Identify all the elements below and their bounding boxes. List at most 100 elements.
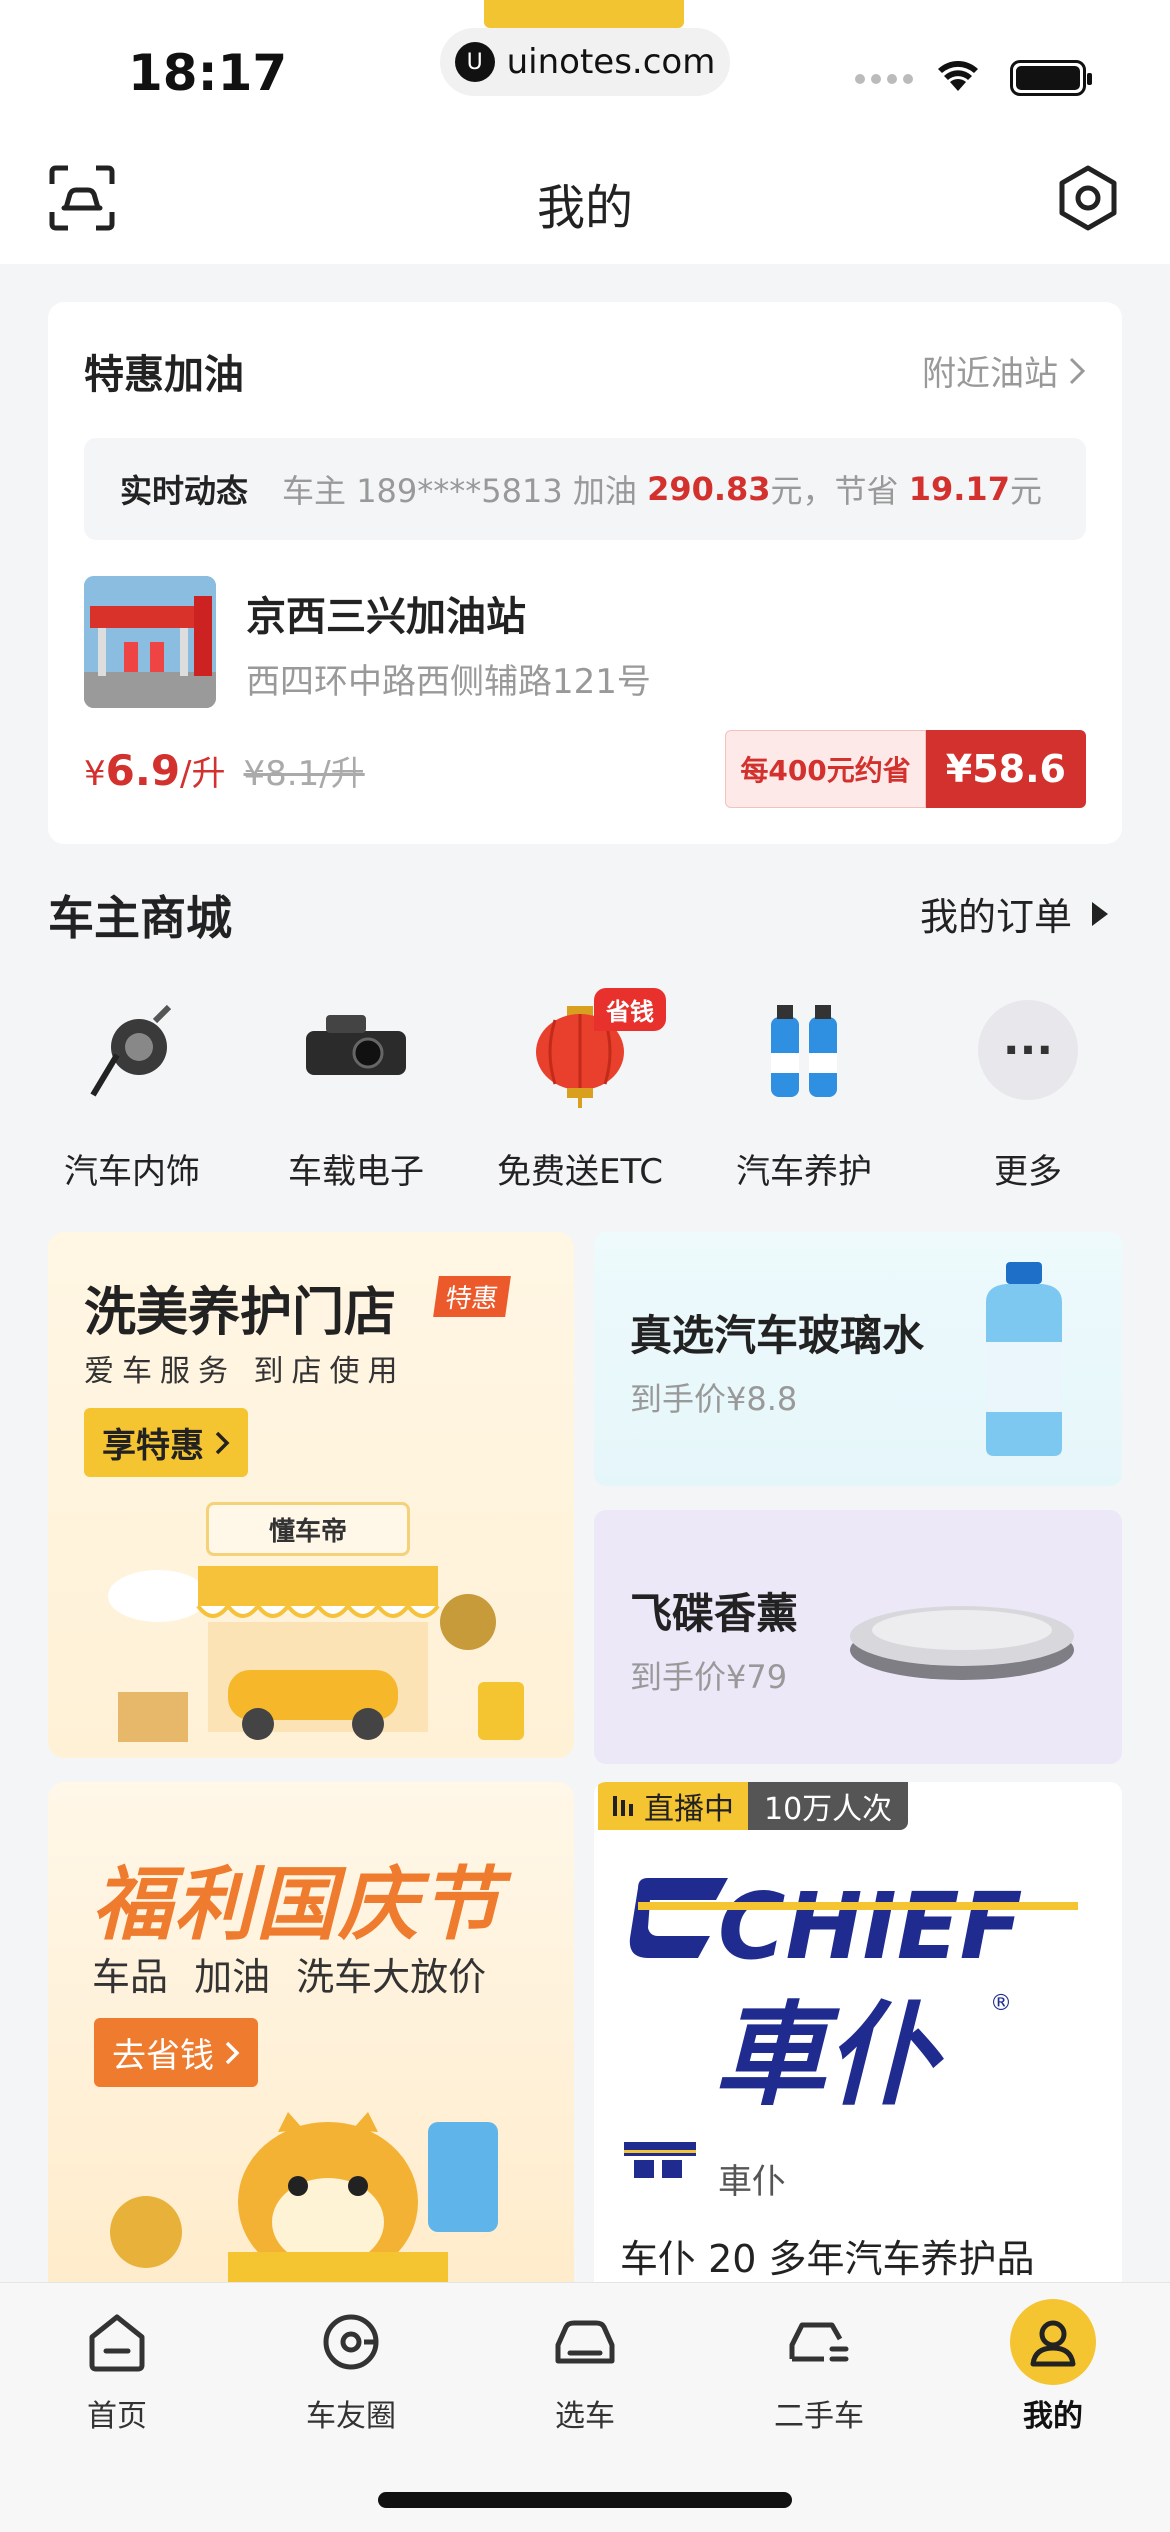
dashcam-icon	[306, 1015, 406, 1075]
live-description: 车仆 20 多年汽车养护品	[620, 2237, 1035, 2281]
fuel-discount-card[interactable]: 特惠加油 附近油站 实时动态 车主 189****5813 加油 290.83 元…	[48, 302, 1122, 844]
national-day-promo[interactable]: 福利国庆节 车品 加油 洗车大放价 去省钱	[48, 1782, 574, 2282]
live-text-mid: 元，节省	[770, 472, 899, 510]
fuel-price-row: ¥6.9/升 ¥8.1/升	[84, 746, 365, 795]
site-logo-icon: U	[454, 42, 495, 82]
air-vent-clip-icon	[90, 1004, 172, 1097]
car-icon	[555, 2320, 615, 2364]
home-indicator	[378, 2492, 792, 2508]
tab-community[interactable]: 车友圈	[234, 2299, 468, 2435]
enjoy-discount-button[interactable]: 享特惠	[84, 1408, 248, 1477]
promo-title: 福利国庆节	[92, 1858, 502, 1951]
battery-icon	[1010, 60, 1092, 96]
tab-label: 选车	[555, 2399, 615, 2434]
live-bars-icon	[613, 1796, 633, 1816]
category-maintenance[interactable]: 汽车养护	[692, 990, 916, 1193]
home-icon	[89, 2314, 145, 2372]
chief-small-logo-icon	[624, 2142, 696, 2178]
promo-subtitle: 爱车服务 到店使用	[84, 1354, 406, 1389]
category-label: 车载电子	[288, 1152, 424, 1192]
logo-en-text: CHIEF	[718, 1873, 1022, 1980]
disc-fragrance-promo[interactable]: 飞碟香薰 到手价¥79	[594, 1510, 1122, 1764]
promo-tag: 特惠	[433, 1276, 511, 1317]
tab-label: 我的	[1023, 2399, 1083, 2434]
live-text-prefix: 车主 189****5813 加油	[282, 472, 637, 510]
category-interior[interactable]: 汽车内饰	[20, 990, 244, 1193]
caret-right-icon	[1092, 901, 1108, 926]
live-saving: 19.17	[908, 470, 1010, 508]
live-status-tag: 直播中 10万人次	[598, 1782, 909, 1830]
category-etc[interactable]: 省钱 免费送ETC	[468, 988, 692, 1193]
my-orders-link[interactable]: 我的订单	[920, 886, 1110, 941]
wash-store-promo[interactable]: 洗美养护门店 特惠 爱车服务 到店使用 享特惠 懂车帝	[48, 1232, 574, 1758]
cellular-signal-icon	[855, 74, 913, 84]
url-tab-decoration	[484, 0, 684, 28]
live-activity-label: 实时动态	[120, 472, 249, 510]
live-amount: 290.83	[647, 470, 771, 508]
viewer-count: 10万人次	[748, 1782, 909, 1830]
promo-title: 洗美养护门店	[84, 1283, 397, 1343]
savings-badge[interactable]: 每400元约省 ¥58.6	[725, 730, 1086, 808]
station-name: 京西三兴加油站	[246, 594, 526, 640]
more-icon: ···	[978, 1000, 1078, 1100]
used-car-icon	[789, 2322, 849, 2362]
live-text-suffix: 元	[1009, 472, 1042, 510]
chevron-right-icon	[225, 2041, 240, 2064]
live-indicator: 直播中	[598, 1782, 748, 1830]
chevron-right-icon	[215, 1431, 230, 1454]
settings-icon[interactable]	[1054, 164, 1122, 232]
category-label: 汽车养护	[736, 1152, 872, 1192]
svg-text:®: ®	[990, 1991, 1012, 2016]
tab-label: 首页	[87, 2399, 147, 2434]
live-brand-name: 車仆	[718, 2162, 786, 2202]
promo-title: 真选汽车玻璃水	[630, 1311, 925, 1360]
original-price: ¥8.1/升	[243, 754, 365, 794]
category-label: 汽车内饰	[64, 1152, 200, 1192]
live-activity-banner: 实时动态 车主 189****5813 加油 290.83 元，节省 19.17 元	[84, 438, 1086, 540]
promo-price: 到手价¥8.8	[630, 1380, 798, 1418]
page-title: 我的	[536, 180, 633, 236]
disc-fragrance-icon	[850, 1606, 1074, 1680]
category-label: 免费送ETC	[497, 1152, 663, 1192]
live-stream-card[interactable]: 直播中 10万人次 CHIEF 車仆 ® 車仆 车仆 20 多年汽车养护品	[594, 1782, 1122, 2282]
category-electronics[interactable]: 车载电子	[244, 990, 468, 1193]
station-address: 西四环中路西侧辅路121号	[246, 662, 651, 702]
nav-bar: 我的	[0, 140, 1170, 264]
nearby-stations-label: 附近油站	[922, 354, 1058, 394]
savings-label: 每400元约省	[725, 730, 926, 808]
storefront-illustration-icon	[108, 1566, 524, 1742]
category-badge: 省钱	[594, 988, 666, 1031]
chief-brand-logo: CHIEF 車仆 ®	[629, 1873, 1078, 2118]
glass-water-promo[interactable]: 真选汽车玻璃水 到手价¥8.8	[594, 1232, 1122, 1486]
washer-fluid-icon	[771, 1005, 837, 1097]
tab-mine[interactable]: 我的	[936, 2299, 1170, 2435]
chevron-right-icon	[1069, 357, 1086, 384]
washer-fluid-bottle-icon	[986, 1262, 1062, 1456]
category-row: 汽车内饰 车载电子 省钱 免费送ETC 汽车养护 ··· 更多	[20, 988, 1150, 1193]
community-icon	[323, 2314, 379, 2370]
logo-cn-text: 車仆	[714, 1991, 944, 2118]
tab-home[interactable]: 首页	[0, 2299, 234, 2435]
status-time: 18:17	[128, 44, 288, 102]
savings-value: ¥58.6	[925, 730, 1086, 808]
wifi-icon	[935, 54, 981, 103]
my-orders-label: 我的订单	[919, 895, 1072, 939]
url-text: uinotes.com	[506, 42, 716, 82]
tiger-mascot-icon	[110, 2112, 498, 2282]
nearby-stations-link[interactable]: 附近油站	[922, 346, 1086, 395]
brand-sign: 懂车帝	[206, 1502, 410, 1556]
category-label: 更多	[994, 1152, 1062, 1192]
status-bar: 18:17 U uinotes.com	[0, 0, 1170, 140]
current-price: ¥6.9/升	[84, 746, 226, 795]
tab-used-car[interactable]: 二手车	[702, 2299, 936, 2435]
mall-section-title: 车主商城	[48, 891, 232, 945]
station-thumbnail	[84, 576, 216, 708]
promo-subtitle: 车品 加油 洗车大放价	[92, 1955, 487, 1999]
tab-label: 车友圈	[306, 2399, 396, 2434]
tab-choose-car[interactable]: 选车	[468, 2299, 702, 2435]
category-more[interactable]: ··· 更多	[916, 990, 1140, 1193]
fuel-card-title: 特惠加油	[84, 352, 244, 398]
url-pill[interactable]: U uinotes.com	[440, 28, 730, 96]
save-money-button[interactable]: 去省钱	[94, 2018, 258, 2087]
user-icon	[1030, 2320, 1076, 2367]
